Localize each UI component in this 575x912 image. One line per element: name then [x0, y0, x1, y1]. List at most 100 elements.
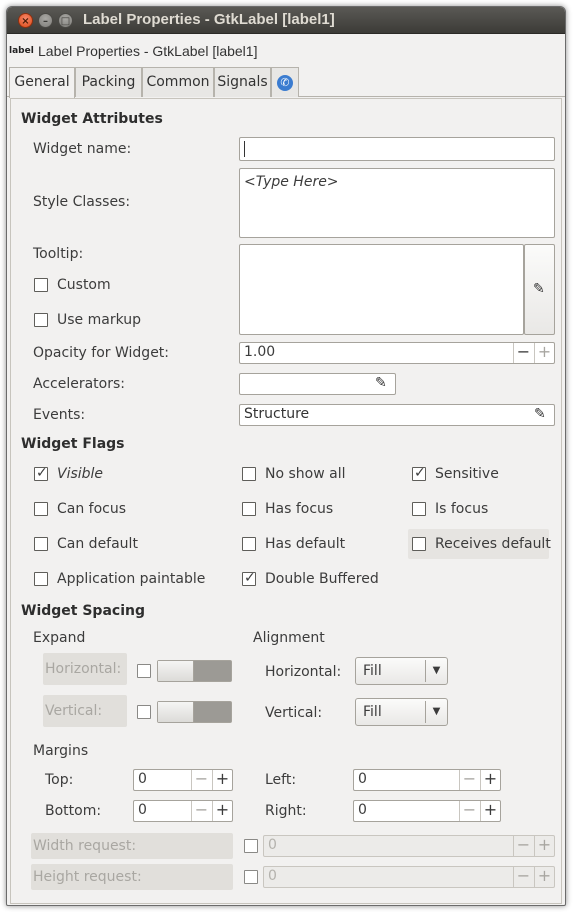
width-request-spinbutton[interactable]: 0 − +	[263, 835, 555, 857]
events-value: Structure	[244, 406, 310, 422]
app-paintable-checkbox[interactable]	[34, 572, 48, 586]
has-default-checkbox[interactable]	[242, 537, 256, 551]
align-horizontal-combo[interactable]: Fill ▼	[355, 657, 448, 685]
maximize-window-button[interactable]: □	[58, 13, 73, 28]
tooltip-input[interactable]	[239, 244, 524, 335]
opacity-spinbutton[interactable]: 1.00 − +	[239, 342, 555, 364]
can-default-checkbox[interactable]	[34, 537, 48, 551]
has-default-label: Has default	[265, 536, 346, 552]
expand-horizontal-label: Horizontal:	[43, 653, 127, 685]
margin-left-increase-button[interactable]: +	[480, 770, 500, 790]
dropdown-arrow-icon: ▼	[425, 660, 447, 682]
expand-horizontal-switch[interactable]	[157, 660, 232, 682]
events-label: Events:	[33, 407, 86, 423]
opacity-decrease-button[interactable]: −	[513, 343, 533, 363]
alignment-label: Alignment	[253, 630, 325, 646]
events-input[interactable]: Structure ✎	[239, 404, 555, 426]
width-request-decrease-button[interactable]: −	[513, 836, 533, 856]
tab-signals[interactable]: Signals	[214, 67, 271, 97]
title-bar: × – □ Label Properties - GtkLabel [label…	[7, 7, 565, 34]
has-focus-label: Has focus	[265, 501, 334, 517]
can-focus-label: Can focus	[57, 501, 127, 517]
margin-right-increase-button[interactable]: +	[480, 801, 500, 821]
is-focus-label: Is focus	[435, 501, 489, 517]
can-focus-checkbox[interactable]	[34, 502, 48, 516]
margin-bottom-spinbutton[interactable]: 0 − +	[133, 800, 233, 822]
properties-window: × – □ Label Properties - GtkLabel [label…	[6, 6, 566, 906]
accelerators-edit-icon[interactable]: ✎	[375, 375, 387, 391]
margin-left-spinbutton[interactable]: 0 − +	[353, 769, 501, 791]
widget-attributes-heading: Widget Attributes	[21, 111, 163, 127]
visible-label: Visible	[57, 466, 104, 482]
receives-default-label: Receives default	[435, 536, 551, 552]
height-request-spinbutton[interactable]: 0 − +	[263, 866, 555, 888]
expand-vertical-checkbox[interactable]	[137, 705, 151, 719]
style-classes-placeholder: <Type Here>	[244, 174, 339, 190]
margin-bottom-value: 0	[138, 802, 147, 818]
close-window-button[interactable]: ×	[18, 13, 33, 28]
margin-top-spinbutton[interactable]: 0 − +	[133, 769, 233, 791]
align-horizontal-label: Horizontal:	[265, 664, 342, 680]
margin-top-label: Top:	[45, 772, 74, 788]
tab-general[interactable]: General	[9, 67, 75, 98]
opacity-value: 1.00	[244, 344, 276, 360]
no-show-all-checkbox[interactable]	[242, 467, 256, 481]
editor-header: label Label Properties - GtkLabel [label…	[7, 35, 565, 67]
visible-checkbox[interactable]	[34, 465, 48, 481]
accelerators-label: Accelerators:	[33, 376, 125, 392]
minimize-window-button[interactable]: –	[38, 13, 53, 28]
opacity-increase-button[interactable]: +	[534, 343, 554, 363]
sensitive-checkbox[interactable]	[412, 465, 426, 481]
receives-default-checkbox[interactable]	[412, 537, 426, 551]
use-markup-label: Use markup	[57, 312, 142, 328]
margin-right-decrease-button[interactable]: −	[459, 801, 479, 821]
app-paintable-label: Application paintable	[57, 571, 206, 587]
pencil-icon: ✎	[533, 281, 545, 297]
expand-label: Expand	[33, 630, 86, 646]
margin-left-decrease-button[interactable]: −	[459, 770, 479, 790]
margin-bottom-increase-button[interactable]: +	[212, 801, 232, 821]
tab-common[interactable]: Common	[142, 67, 214, 97]
margin-bottom-label: Bottom:	[45, 803, 102, 819]
has-focus-checkbox[interactable]	[242, 502, 256, 516]
width-request-checkbox[interactable]	[244, 839, 258, 853]
height-request-checkbox[interactable]	[244, 870, 258, 884]
window-title: Label Properties - GtkLabel [label1]	[83, 11, 335, 28]
double-buffered-label: Double Buffered	[265, 571, 379, 587]
style-classes-input[interactable]: <Type Here>	[239, 168, 555, 238]
tab-accessibility[interactable]: ✆	[271, 67, 299, 97]
width-request-increase-button[interactable]: +	[534, 836, 554, 856]
accelerators-input[interactable]: ✎	[239, 373, 396, 395]
label-widget-icon: label	[9, 46, 34, 56]
custom-checkbox[interactable]	[34, 278, 48, 292]
tooltip-edit-button[interactable]: ✎	[524, 244, 555, 335]
margin-right-spinbutton[interactable]: 0 − +	[353, 800, 501, 822]
width-request-label: Width request:	[31, 833, 233, 859]
expand-vertical-switch[interactable]	[157, 701, 232, 723]
margin-top-decrease-button[interactable]: −	[191, 770, 211, 790]
margins-label: Margins	[33, 743, 89, 759]
margin-top-increase-button[interactable]: +	[212, 770, 232, 790]
height-request-decrease-button[interactable]: −	[513, 867, 533, 887]
align-horizontal-value: Fill	[363, 663, 382, 679]
tab-packing[interactable]: Packing	[75, 67, 142, 97]
margin-bottom-decrease-button[interactable]: −	[191, 801, 211, 821]
use-markup-checkbox[interactable]	[34, 313, 48, 327]
tooltip-label: Tooltip:	[33, 246, 84, 262]
height-request-value: 0	[268, 868, 277, 884]
is-focus-checkbox[interactable]	[412, 502, 426, 516]
expand-horizontal-checkbox[interactable]	[137, 664, 151, 678]
align-vertical-combo[interactable]: Fill ▼	[355, 698, 448, 726]
widget-name-label: Widget name:	[33, 141, 132, 157]
can-default-label: Can default	[57, 536, 138, 552]
height-request-increase-button[interactable]: +	[534, 867, 554, 887]
height-request-label: Height request:	[31, 864, 233, 890]
align-vertical-label: Vertical:	[265, 705, 323, 721]
widget-name-input[interactable]	[239, 137, 555, 161]
margin-right-label: Right:	[265, 803, 307, 819]
widget-flags-heading: Widget Flags	[21, 436, 125, 452]
style-classes-label: Style Classes:	[33, 194, 131, 210]
events-edit-icon[interactable]: ✎	[534, 406, 546, 422]
double-buffered-checkbox[interactable]	[242, 570, 256, 586]
no-show-all-label: No show all	[265, 466, 346, 482]
